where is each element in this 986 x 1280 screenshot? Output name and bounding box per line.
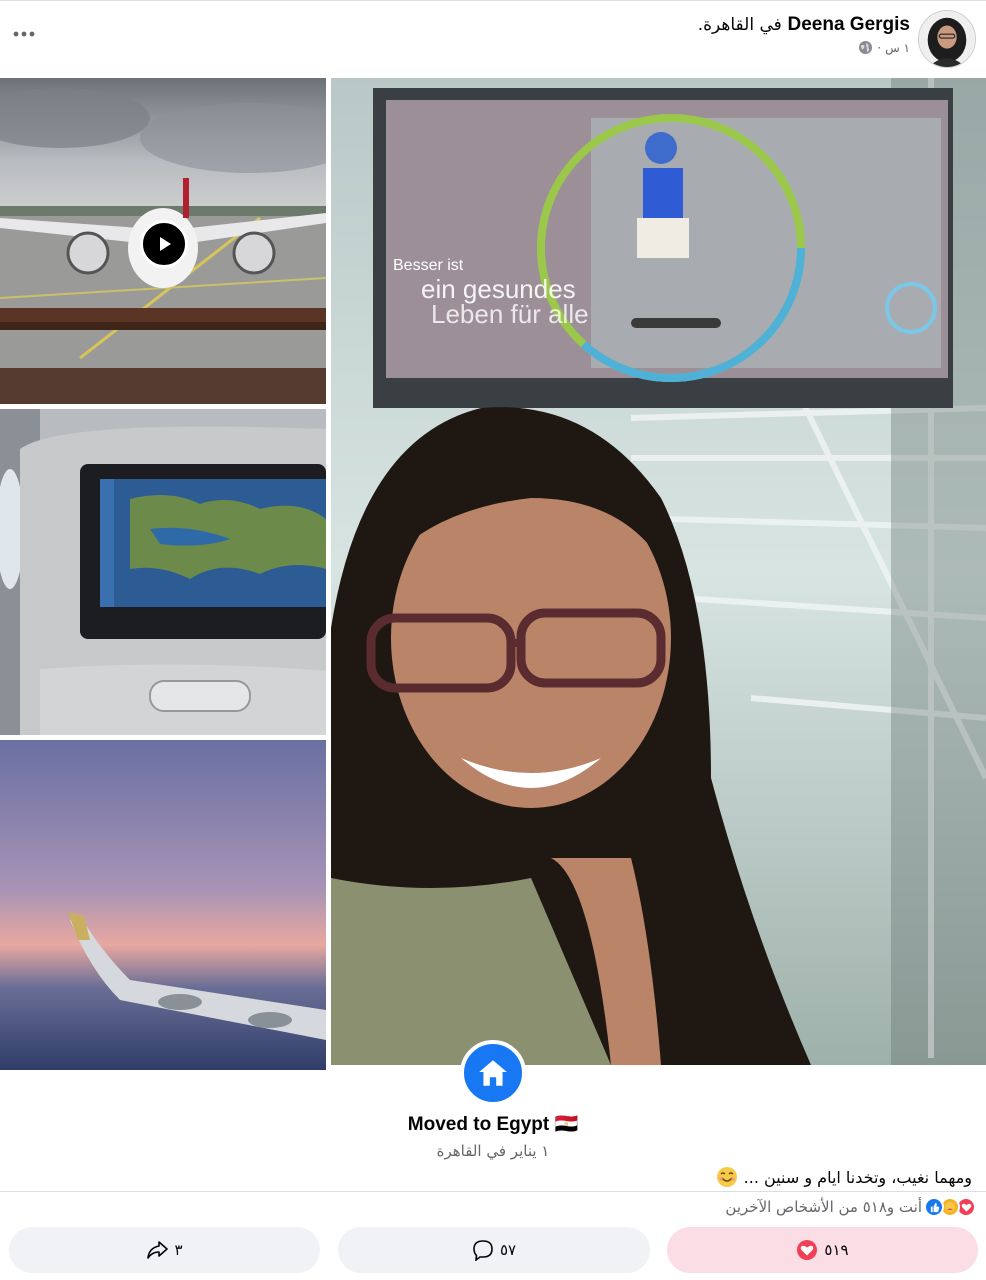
like-icon	[924, 1197, 944, 1217]
author-name[interactable]: Deena Gergis	[788, 14, 911, 35]
life-event-badge	[460, 1040, 526, 1106]
post-header: Deena Gergis في القاهرة. ١ س ·	[0, 0, 986, 78]
video-thumbnail-airplane[interactable]	[0, 78, 326, 404]
share-icon	[147, 1241, 169, 1259]
play-icon[interactable]	[140, 220, 188, 268]
reactions-summary[interactable]: أنت و٥١٨ من الأشخاص الآخرين	[725, 1197, 976, 1217]
love-reaction-icon	[797, 1240, 818, 1260]
caption-text: ومهما نغيب، وتخدنا ايام و سنين ...	[743, 1167, 972, 1187]
svg-text:Besser ist: Besser ist	[393, 257, 464, 274]
location-text[interactable]: في القاهرة.	[698, 15, 782, 35]
divider	[0, 1191, 986, 1192]
ellipsis-icon	[13, 31, 35, 37]
life-event-subtitle: ١ يناير في القاهرة	[436, 1142, 550, 1160]
comment-icon	[473, 1240, 493, 1261]
home-icon	[479, 1060, 507, 1086]
post-time[interactable]: ١ س	[885, 41, 910, 55]
like-button[interactable]: ٥١٩	[667, 1227, 978, 1273]
photo-wing-sunset[interactable]	[0, 740, 326, 1070]
comment-count: ٥٧	[499, 1241, 517, 1259]
more-options-button[interactable]	[8, 18, 40, 50]
comment-button[interactable]: ٥٧	[338, 1227, 650, 1273]
photo-collage: Besser ist ein gesundes Leben für alle	[0, 78, 986, 1070]
post-meta: ١ س ·	[858, 40, 910, 55]
author-avatar[interactable]	[918, 10, 976, 68]
post-caption: ومهما نغيب، وتخدنا ايام و سنين ...	[716, 1166, 972, 1188]
life-event-title: Moved to Egypt 🇪🇬	[407, 1114, 579, 1135]
smiling-face-icon	[716, 1167, 737, 1187]
reaction-icons	[924, 1197, 976, 1217]
svg-text:Leben für alle: Leben für alle	[431, 299, 589, 329]
meta-separator: ·	[877, 40, 882, 55]
share-count: ٣	[174, 1241, 183, 1259]
globe-icon	[859, 40, 873, 55]
post-title: Deena Gergis في القاهرة.	[698, 14, 910, 36]
like-count: ٥١٩	[824, 1241, 849, 1259]
photo-selfie-airport[interactable]: Besser ist ein gesundes Leben für alle	[331, 78, 986, 1065]
reactions-text[interactable]: أنت و٥١٨ من الأشخاص الآخرين	[725, 1198, 922, 1216]
share-button[interactable]: ٣	[9, 1227, 320, 1273]
photo-flight-map[interactable]	[0, 409, 326, 735]
